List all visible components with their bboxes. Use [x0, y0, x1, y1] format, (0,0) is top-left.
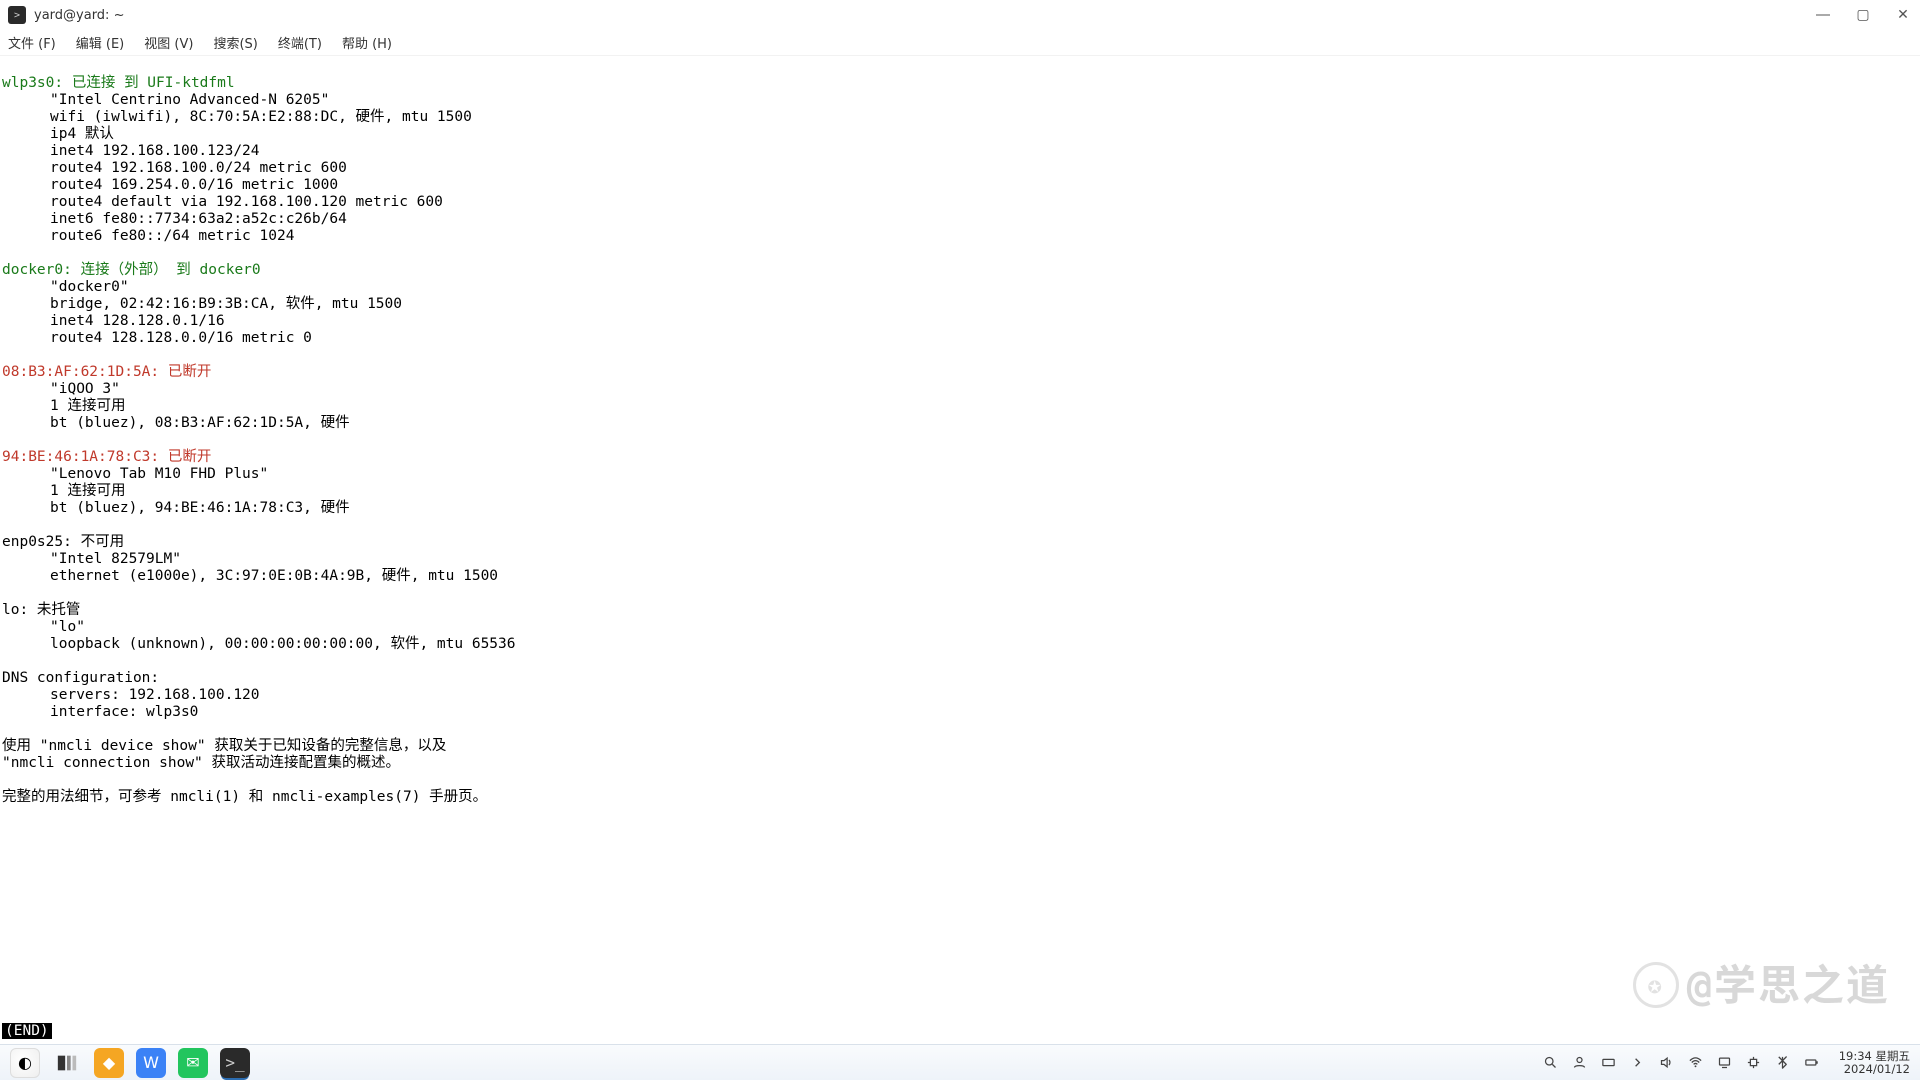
iface-wlp3s0: wlp3s0: — [2, 75, 63, 91]
bt2-line: bt (bluez), 94:BE:46:1A:78:C3, 硬件 — [2, 500, 1918, 517]
bluetooth-icon[interactable] — [1775, 1055, 1790, 1070]
wlp3s0-line: "Intel Centrino Advanced-N 6205" — [2, 92, 1918, 109]
window-titlebar: yard@yard: ~ ― ▢ ✕ — [0, 0, 1920, 30]
watermark: ✪ @学思之道 — [1633, 962, 1890, 1008]
bt2-line: "Lenovo Tab M10 FHD Plus" — [2, 466, 1918, 483]
wlp3s0-line: inet6 fe80::7734:63a2:a52c:c26b/64 — [2, 211, 1918, 228]
iface-docker0: docker0: — [2, 262, 72, 278]
bt1-line: "iQOO 3" — [2, 381, 1918, 398]
menu-bar: 文件 (F) 编辑 (E) 视图 (V) 搜索(S) 终端(T) 帮助 (H) — [0, 30, 1920, 56]
wlp3s0-line: route6 fe80::/64 metric 1024 — [2, 228, 1918, 245]
menu-terminal[interactable]: 终端(T) — [278, 33, 322, 52]
status-bt2: 已断开 — [159, 449, 211, 465]
bt2-line: 1 连接可用 — [2, 483, 1918, 500]
status-wlp3s0: 已连接 到 UFI-ktdfml — [63, 75, 235, 91]
help-line: "nmcli connection show" 获取活动连接配置集的概述。 — [2, 755, 400, 771]
lo-line: loopback (unknown), 00:00:00:00:00:00, 软… — [2, 636, 1918, 653]
app-shortcut-1[interactable]: ◆ — [94, 1048, 124, 1078]
minimize-button[interactable]: ― — [1814, 7, 1832, 23]
wlp3s0-line: route4 169.254.0.0/16 metric 1000 — [2, 177, 1918, 194]
terminal-taskbar-icon[interactable]: >_ — [220, 1048, 250, 1078]
iface-enp: enp0s25: 不可用 — [2, 534, 124, 550]
system-tray — [1543, 1055, 1819, 1070]
user-icon[interactable] — [1572, 1055, 1587, 1070]
iface-bt1: 08:B3:AF:62:1D:5A: — [2, 364, 159, 380]
desktop-taskbar: ◐ ◆ W ✉ >_ 19:34 星期五 2024/01/12 — [0, 1044, 1920, 1080]
bt1-line: bt (bluez), 08:B3:AF:62:1D:5A, 硬件 — [2, 415, 1918, 432]
menu-edit[interactable]: 编辑 (E) — [76, 33, 125, 52]
iface-lo: lo: 未托管 — [2, 602, 80, 618]
menu-view[interactable]: 视图 (V) — [144, 33, 193, 52]
dns-header: DNS configuration: — [2, 670, 159, 686]
wlp3s0-line: wifi (iwlwifi), 8C:70:5A:E2:88:DC, 硬件, m… — [2, 109, 1918, 126]
dns-line: interface: wlp3s0 — [2, 704, 1918, 721]
dns-line: servers: 192.168.100.120 — [2, 687, 1918, 704]
maximize-button[interactable]: ▢ — [1854, 7, 1872, 23]
volume-icon[interactable] — [1659, 1055, 1674, 1070]
status-bt1: 已断开 — [159, 364, 211, 380]
close-button[interactable]: ✕ — [1894, 7, 1912, 23]
enp-line: "Intel 82579LM" — [2, 551, 1918, 568]
lo-line: "lo" — [2, 619, 1918, 636]
workspace-switcher[interactable] — [52, 1048, 82, 1078]
clock[interactable]: 19:34 星期五 2024/01/12 — [1839, 1050, 1910, 1076]
wlp3s0-line: route4 192.168.100.0/24 metric 600 — [2, 160, 1918, 177]
app-shortcut-2[interactable]: W — [136, 1048, 166, 1078]
bt1-line: 1 连接可用 — [2, 398, 1918, 415]
launcher-button[interactable]: ◐ — [10, 1048, 40, 1078]
search-icon[interactable] — [1543, 1055, 1558, 1070]
terminal-viewport[interactable]: wlp3s0: 已连接 到 UFI-ktdfml "Intel Centrino… — [0, 56, 1920, 1044]
wlp3s0-line: inet4 192.168.100.123/24 — [2, 143, 1918, 160]
menu-search[interactable]: 搜索(S) — [213, 33, 257, 52]
wifi-icon[interactable] — [1688, 1055, 1703, 1070]
chevron-right-icon[interactable] — [1630, 1055, 1645, 1070]
docker0-line: bridge, 02:42:16:B9:3B:CA, 软件, mtu 1500 — [2, 296, 1918, 313]
keyboard-icon[interactable] — [1601, 1055, 1616, 1070]
app-shortcut-3[interactable]: ✉ — [178, 1048, 208, 1078]
docker0-line: route4 128.128.0.0/16 metric 0 — [2, 330, 1918, 347]
window-title: yard@yard: ~ — [34, 8, 124, 23]
battery-icon[interactable] — [1804, 1055, 1819, 1070]
clock-time: 19:34 星期五 — [1839, 1050, 1910, 1063]
docker0-line: inet4 128.128.0.1/16 — [2, 313, 1918, 330]
wlp3s0-line: route4 default via 192.168.100.120 metri… — [2, 194, 1918, 211]
terminal-app-icon — [8, 6, 26, 24]
watermark-text: @学思之道 — [1687, 977, 1890, 994]
docker0-line: "docker0" — [2, 279, 1918, 296]
window-controls: ― ▢ ✕ — [1814, 7, 1912, 23]
status-docker0: 连接（外部） 到 docker0 — [72, 262, 261, 278]
pager-end-marker: (END) — [2, 1023, 52, 1040]
help-line: 完整的用法细节，可参考 nmcli(1) 和 nmcli-examples(7)… — [2, 789, 487, 805]
paw-icon: ✪ — [1633, 962, 1679, 1008]
help-line: 使用 "nmcli device show" 获取关于已知设备的完整信息，以及 — [2, 738, 446, 754]
chip-icon[interactable] — [1746, 1055, 1761, 1070]
clock-date: 2024/01/12 — [1839, 1063, 1910, 1076]
menu-file[interactable]: 文件 (F) — [8, 33, 56, 52]
iface-bt2: 94:BE:46:1A:78:C3: — [2, 449, 159, 465]
enp-line: ethernet (e1000e), 3C:97:0E:0B:4A:9B, 硬件… — [2, 568, 1918, 585]
display-icon[interactable] — [1717, 1055, 1732, 1070]
menu-help[interactable]: 帮助 (H) — [342, 33, 392, 52]
wlp3s0-line: ip4 默认 — [2, 126, 1918, 143]
